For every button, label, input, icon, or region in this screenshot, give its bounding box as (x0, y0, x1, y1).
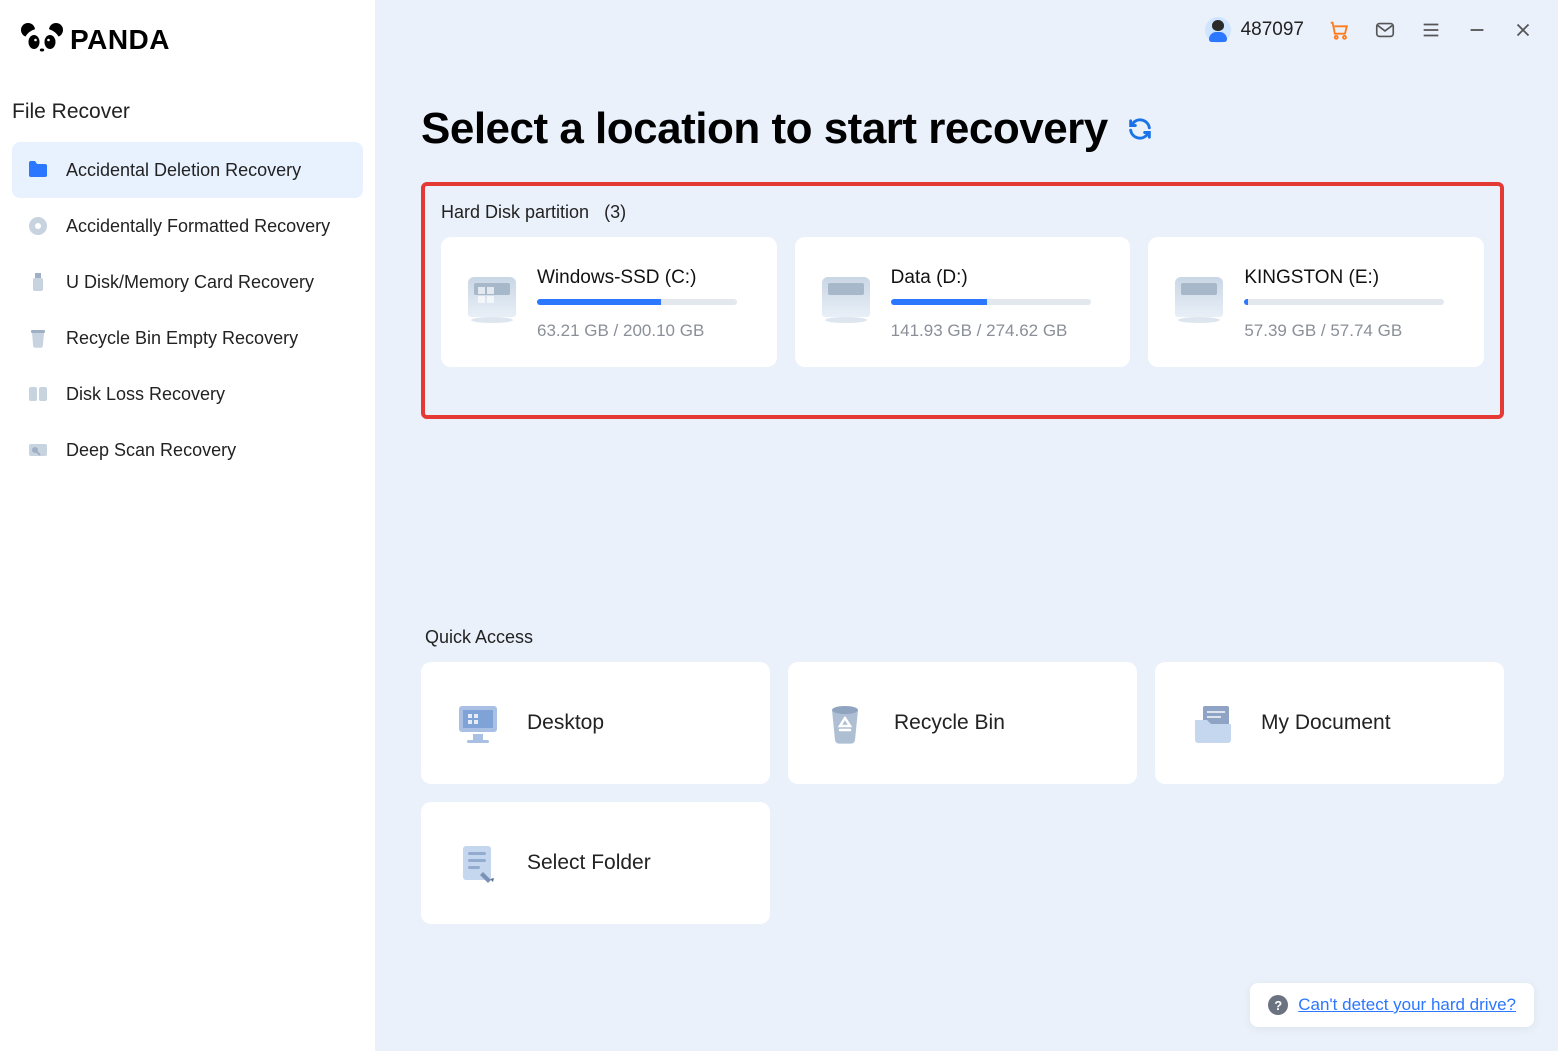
partition-name: Windows-SSD (C:) (537, 267, 753, 289)
drive-icon (1172, 267, 1226, 321)
sidebar-item-label: Accidental Deletion Recovery (66, 160, 301, 181)
sidebar-menu: Accidental Deletion Recovery Accidentall… (0, 142, 375, 478)
scan-icon (26, 438, 50, 462)
usage-bar (537, 299, 737, 305)
help-link[interactable]: Can't detect your hard drive? (1298, 995, 1516, 1015)
quick-access-section: Quick Access Desktop Recycle Bin (421, 627, 1504, 924)
select-folder-icon (453, 838, 503, 888)
sidebar-item-label: Accidentally Formatted Recovery (66, 216, 330, 237)
partition-usage: 141.93 GB / 274.62 GB (891, 321, 1107, 341)
quick-card-desktop[interactable]: Desktop (421, 662, 770, 784)
quick-card-label: Desktop (527, 711, 604, 735)
panda-logo-icon (20, 22, 64, 58)
document-folder-icon (1187, 698, 1237, 748)
quick-card-recycle-bin[interactable]: Recycle Bin (788, 662, 1137, 784)
partition-highlight-box: Hard Disk partition (3) (421, 182, 1504, 419)
partition-usage: 57.39 GB / 57.74 GB (1244, 321, 1460, 341)
recycle-bin-icon (820, 698, 870, 748)
quick-card-my-document[interactable]: My Document (1155, 662, 1504, 784)
quick-card-label: My Document (1261, 711, 1391, 735)
sidebar-item-u-disk[interactable]: U Disk/Memory Card Recovery (12, 254, 363, 310)
trash-icon (26, 326, 50, 350)
usage-bar (1244, 299, 1444, 305)
sidebar-item-formatted[interactable]: Accidentally Formatted Recovery (12, 198, 363, 254)
sidebar-item-label: Deep Scan Recovery (66, 440, 236, 461)
usb-icon (26, 270, 50, 294)
partition-name: KINGSTON (E:) (1244, 267, 1460, 289)
cart-icon[interactable] (1328, 19, 1350, 41)
partition-name: Data (D:) (891, 267, 1107, 289)
avatar-icon (1205, 17, 1231, 43)
partition-usage: 63.21 GB / 200.10 GB (537, 321, 753, 341)
usage-bar (891, 299, 1091, 305)
drive-icon (819, 267, 873, 321)
topbar: 487097 (375, 0, 1558, 60)
partition-section-label: Hard Disk partition (3) (441, 202, 1484, 223)
folder-icon (26, 158, 50, 182)
minimize-icon[interactable] (1466, 19, 1488, 41)
quick-card-label: Select Folder (527, 851, 651, 875)
sidebar-item-label: U Disk/Memory Card Recovery (66, 272, 314, 293)
partition-card-d[interactable]: Data (D:) 141.93 GB / 274.62 GB (795, 237, 1131, 367)
partition-card-c[interactable]: Windows-SSD (C:) 63.21 GB / 200.10 GB (441, 237, 777, 367)
page-title: Select a location to start recovery (421, 104, 1108, 154)
sidebar-item-accidental-deletion[interactable]: Accidental Deletion Recovery (12, 142, 363, 198)
windows-icon (478, 287, 494, 303)
sidebar-item-label: Recycle Bin Empty Recovery (66, 328, 298, 349)
desktop-icon (453, 698, 503, 748)
disk-split-icon (26, 382, 50, 406)
sidebar-heading: File Recover (0, 100, 375, 142)
disc-icon (26, 214, 50, 238)
user-chip[interactable]: 487097 (1205, 17, 1304, 43)
mail-icon[interactable] (1374, 19, 1396, 41)
quick-access-label: Quick Access (421, 627, 1504, 648)
refresh-icon[interactable] (1126, 115, 1154, 143)
help-icon: ? (1268, 995, 1288, 1015)
drive-icon (465, 267, 519, 321)
quick-card-select-folder[interactable]: Select Folder (421, 802, 770, 924)
main-panel: 487097 Select a location to start recove… (375, 0, 1558, 1051)
sidebar: PANDA File Recover Accidental Deletion R… (0, 0, 375, 1051)
partition-card-e[interactable]: KINGSTON (E:) 57.39 GB / 57.74 GB (1148, 237, 1484, 367)
help-chip[interactable]: ? Can't detect your hard drive? (1250, 983, 1534, 1027)
sidebar-item-disk-loss[interactable]: Disk Loss Recovery (12, 366, 363, 422)
sidebar-item-label: Disk Loss Recovery (66, 384, 225, 405)
menu-icon[interactable] (1420, 19, 1442, 41)
user-id: 487097 (1241, 19, 1304, 41)
app-logo: PANDA (0, 14, 375, 100)
brand-name: PANDA (70, 24, 170, 56)
quick-card-label: Recycle Bin (894, 711, 1005, 735)
close-icon[interactable] (1512, 19, 1534, 41)
sidebar-item-deep-scan[interactable]: Deep Scan Recovery (12, 422, 363, 478)
sidebar-item-recycle-bin[interactable]: Recycle Bin Empty Recovery (12, 310, 363, 366)
